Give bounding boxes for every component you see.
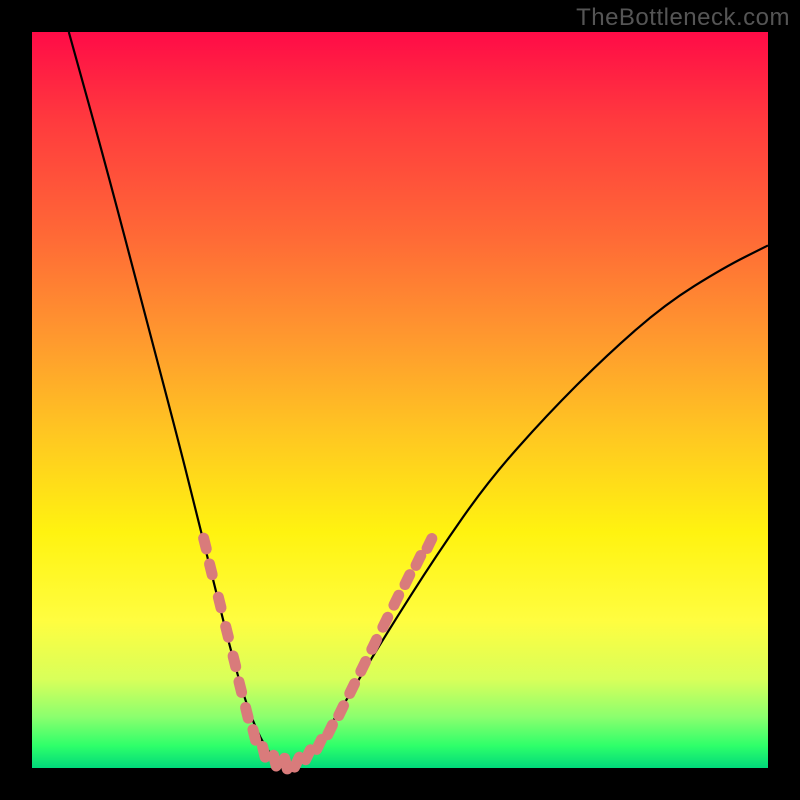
curve-marker [226, 649, 242, 673]
curve-marker [203, 557, 219, 581]
curve-marker [197, 532, 213, 556]
curve-marker [232, 675, 248, 699]
bottleneck-curve-line [69, 32, 768, 766]
curve-marker [239, 701, 255, 725]
chart-frame: TheBottleneck.com [0, 0, 800, 800]
curve-marker [353, 654, 373, 679]
plot-area [32, 32, 768, 768]
curve-marker [376, 610, 396, 635]
bottleneck-curve-svg [32, 32, 768, 768]
curve-marker [219, 620, 235, 644]
curve-markers [197, 531, 439, 775]
curve-marker [212, 590, 228, 614]
watermark-text: TheBottleneck.com [576, 4, 790, 32]
